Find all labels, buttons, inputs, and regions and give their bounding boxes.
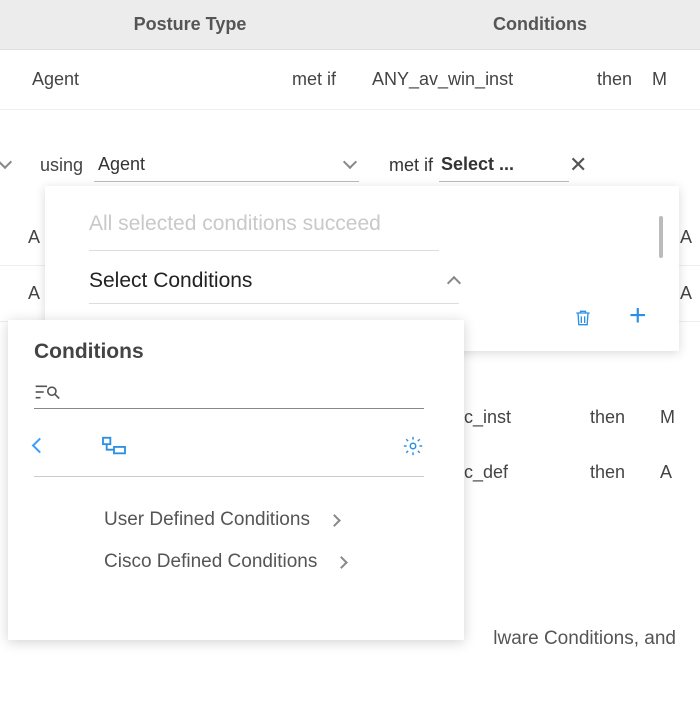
chevron-up-icon — [447, 276, 461, 290]
condition-placeholder: Select ... — [441, 154, 514, 175]
table-row: Agent met if ANY_av_win_inst then M — [0, 50, 700, 110]
trailing-cell: M — [660, 390, 700, 445]
gear-icon[interactable] — [402, 435, 424, 462]
chevron-right-icon — [337, 551, 346, 573]
expand-row-toggle[interactable] — [0, 163, 24, 167]
trash-icon[interactable] — [573, 307, 595, 329]
select-conditions-dropdown[interactable]: Select Conditions — [89, 251, 459, 304]
then-label: then — [590, 445, 660, 500]
table-header: Posture Type Conditions — [0, 0, 700, 50]
header-conditions: Conditions — [380, 0, 700, 49]
search-input[interactable] — [34, 382, 424, 409]
conditions-picker-panel: Conditions User Defined Conditions Cisco… — [8, 320, 464, 640]
search-list-icon — [34, 382, 60, 402]
plus-icon[interactable]: + — [629, 307, 651, 329]
chevron-down-icon — [343, 154, 357, 168]
posture-type-value: Agent — [98, 154, 145, 175]
chevron-right-icon — [330, 509, 339, 531]
trailing-cell: A — [660, 445, 700, 500]
posture-type-select[interactable]: Agent — [94, 148, 359, 182]
close-icon[interactable]: ✕ — [569, 152, 609, 178]
met-if-label: met if — [359, 155, 439, 176]
scrollbar[interactable] — [659, 216, 663, 258]
trailing-cell: M — [632, 69, 676, 90]
picker-toolbar — [34, 427, 424, 477]
condition-category-cisco-defined[interactable]: Cisco Defined Conditions — [34, 541, 438, 583]
select-conditions-label: Select Conditions — [89, 269, 252, 293]
then-label: then — [590, 390, 660, 445]
item-label: Cisco Defined Conditions — [104, 551, 317, 573]
tree-view-icon[interactable] — [101, 435, 127, 462]
met-if-label: met if — [292, 69, 372, 90]
condition-category-user-defined[interactable]: User Defined Conditions — [34, 499, 438, 541]
condition-cell: ANY_av_win_inst — [372, 69, 572, 90]
condition-select[interactable]: Select ... — [439, 148, 569, 182]
posture-type-cell: Agent — [32, 69, 292, 90]
edit-row: using Agent met if Select ... ✕ — [0, 140, 700, 190]
using-label: using — [24, 155, 94, 176]
panel-title: Conditions — [34, 340, 438, 364]
back-button[interactable] — [34, 446, 45, 451]
then-label: then — [572, 69, 632, 90]
header-posture-type: Posture Type — [0, 0, 380, 49]
logic-operator-display[interactable]: All selected conditions succeed — [89, 202, 439, 251]
item-label: User Defined Conditions — [104, 509, 310, 531]
